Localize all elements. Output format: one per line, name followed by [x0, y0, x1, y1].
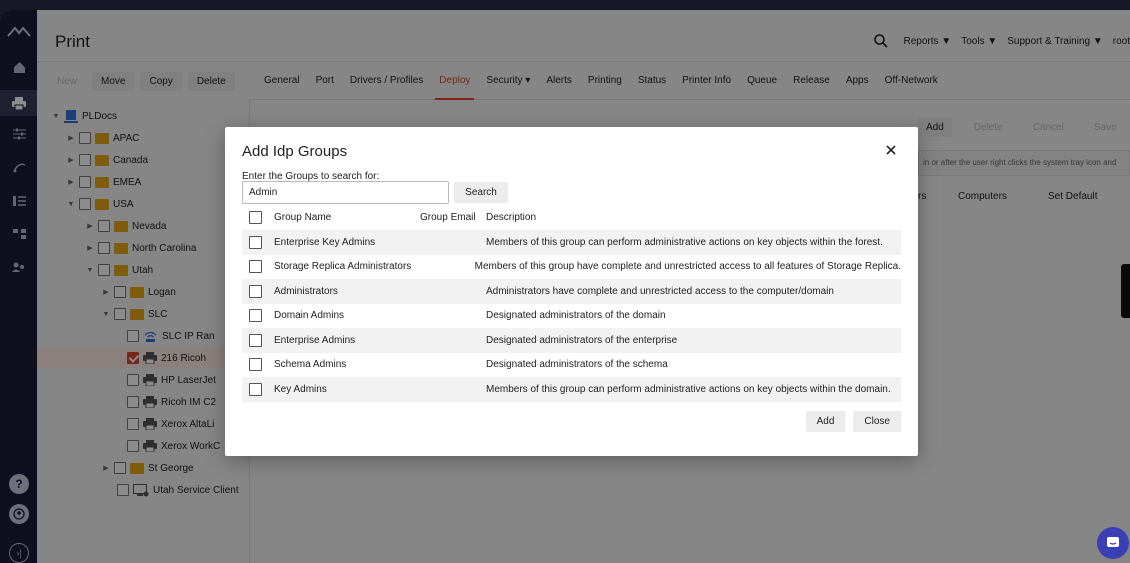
group-search-input[interactable] — [242, 181, 449, 204]
chat-icon — [1107, 537, 1119, 547]
groups-table: Group Name Group Email Description Enter… — [242, 207, 901, 402]
row-checkbox[interactable] — [249, 235, 262, 249]
table-header: Group Name Group Email Description — [242, 207, 901, 227]
table-row[interactable]: Domain Admins Designated administrators … — [242, 304, 901, 329]
table-row[interactable]: Schema Admins Designated administrators … — [242, 353, 901, 378]
dialog-footer: Add Close — [805, 411, 901, 432]
row-checkbox[interactable] — [249, 260, 262, 274]
col-description: Description — [486, 211, 537, 223]
close-button[interactable]: Close — [853, 411, 901, 432]
col-group-email: Group Email — [420, 211, 476, 223]
table-row[interactable]: Key Admins Members of this group can per… — [242, 377, 901, 402]
table-row[interactable]: Storage Replica Administrators Members o… — [242, 255, 901, 280]
row-checkbox[interactable] — [249, 333, 262, 347]
row-checkbox[interactable] — [249, 358, 262, 372]
row-checkbox[interactable] — [249, 382, 262, 396]
close-icon[interactable] — [884, 143, 898, 157]
table-row[interactable]: Enterprise Key Admins Members of this gr… — [242, 230, 901, 255]
row-checkbox[interactable] — [249, 309, 262, 323]
search-button[interactable]: Search — [454, 182, 508, 203]
table-row[interactable]: Administrators Administrators have compl… — [242, 279, 901, 304]
add-idp-groups-dialog: Add Idp Groups Enter the Groups to searc… — [225, 127, 918, 456]
col-group-name: Group Name — [274, 211, 332, 223]
select-all-checkbox[interactable] — [249, 210, 262, 224]
add-button[interactable]: Add — [805, 411, 846, 432]
dialog-title: Add Idp Groups — [242, 143, 348, 160]
table-row[interactable]: Enterprise Admins Designated administrat… — [242, 328, 901, 353]
chat-launcher[interactable] — [1097, 527, 1129, 559]
row-checkbox[interactable] — [249, 284, 262, 298]
